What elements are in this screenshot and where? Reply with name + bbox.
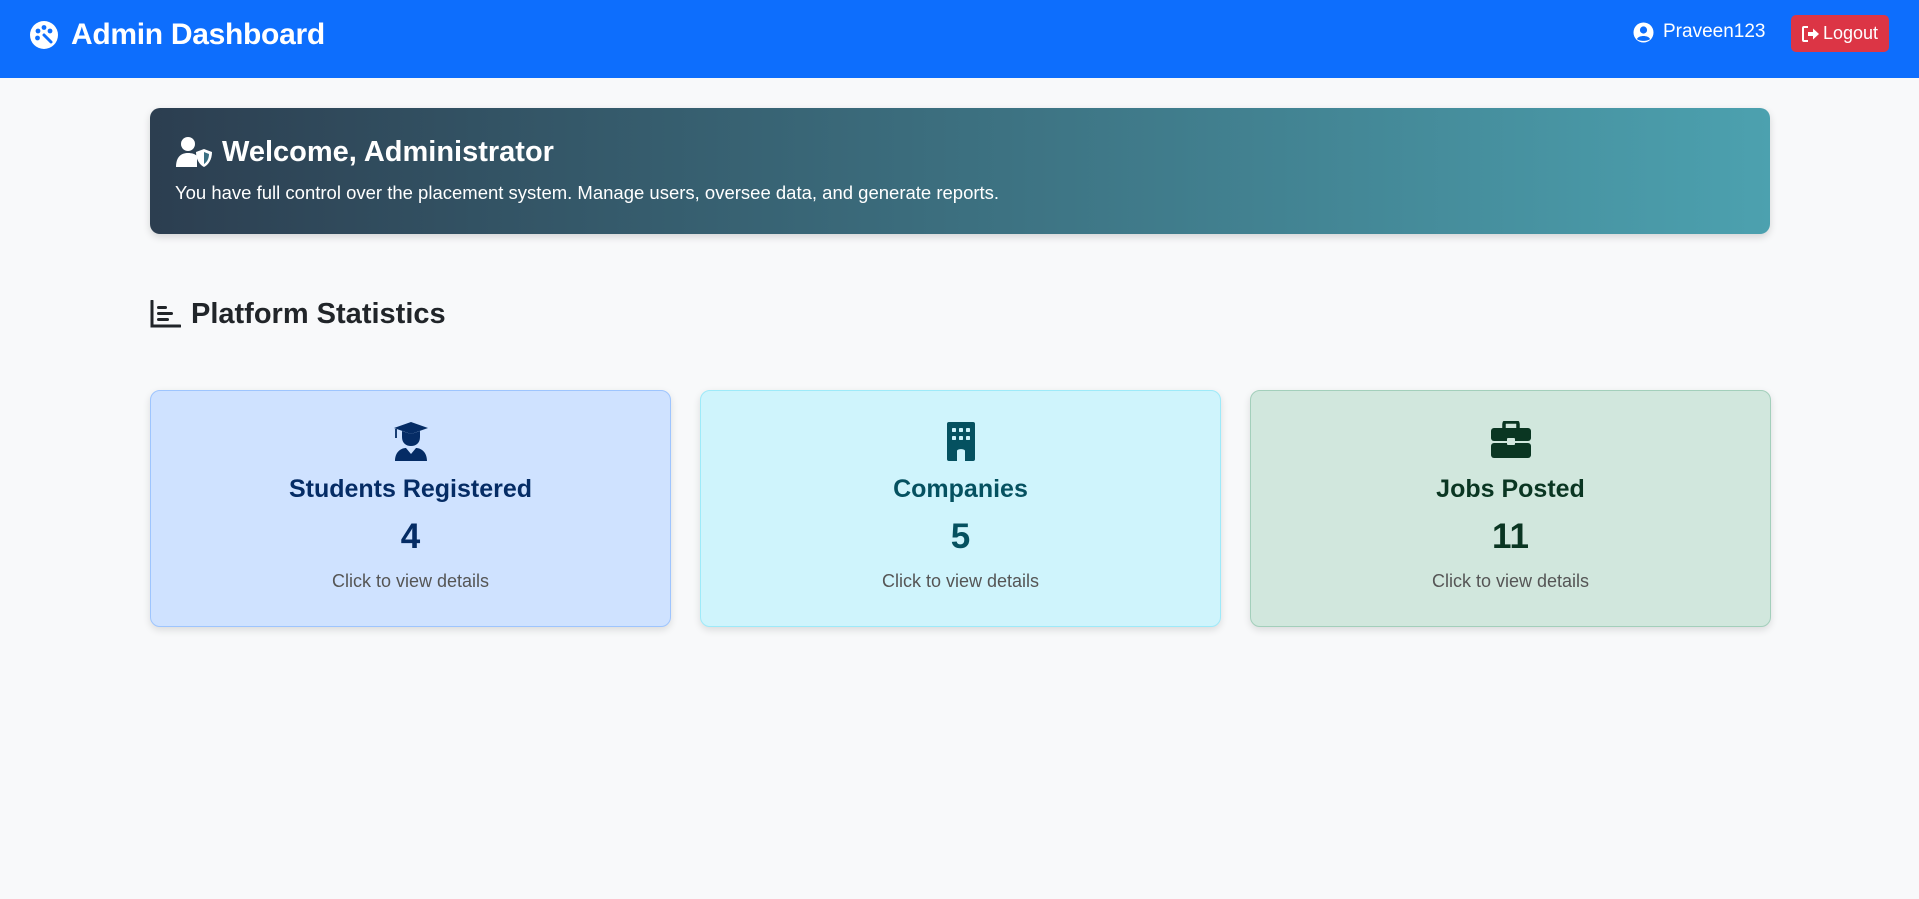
logout-button[interactable]: Logout <box>1791 15 1889 52</box>
logout-label: Logout <box>1822 23 1879 43</box>
brand-link[interactable]: Admin Dashboard <box>29 17 325 53</box>
companies-count: 5 <box>950 517 971 556</box>
username: Praveen123 <box>1663 21 1766 42</box>
user-info: Praveen123 <box>1633 19 1765 45</box>
top-navbar: Admin Dashboard Praveen123 Logout <box>0 0 1919 78</box>
jobs-card-hint: Click to view details <box>1431 571 1590 591</box>
companies-card[interactable]: Companies 5 Click to view details <box>700 390 1221 627</box>
companies-card-hint: Click to view details <box>881 571 1040 591</box>
palette-icon <box>29 20 59 50</box>
briefcase-icon <box>1251 421 1770 463</box>
students-card-title: Students Registered <box>288 475 533 503</box>
bar-chart-icon <box>150 300 181 328</box>
students-card[interactable]: Students Registered 4 Click to view deta… <box>150 390 671 627</box>
students-card-hint: Click to view details <box>331 571 490 591</box>
stats-title: Platform Statistics <box>191 297 446 330</box>
user-shield-icon <box>175 136 213 168</box>
brand-title: Admin Dashboard <box>71 18 325 51</box>
jobs-card-title: Jobs Posted <box>1436 475 1585 503</box>
welcome-banner: Welcome, Administrator You have full con… <box>150 108 1770 234</box>
welcome-title: Welcome, Administrator <box>222 135 554 168</box>
companies-card-title: Companies <box>893 475 1028 503</box>
user-circle-icon <box>1633 22 1654 43</box>
jobs-count: 11 <box>1492 517 1529 556</box>
graduate-icon <box>151 421 670 463</box>
sign-out-icon <box>1801 25 1820 42</box>
building-icon <box>701 421 1220 463</box>
welcome-subtitle: You have full control over the placement… <box>175 182 1000 203</box>
jobs-card[interactable]: Jobs Posted 11 Click to view details <box>1250 390 1771 627</box>
stats-heading: Platform Statistics <box>150 296 446 332</box>
students-count: 4 <box>400 517 421 556</box>
welcome-title-row: Welcome, Administrator <box>175 134 554 170</box>
